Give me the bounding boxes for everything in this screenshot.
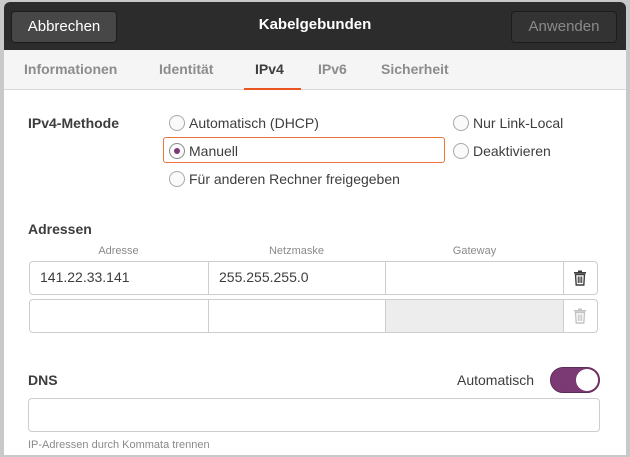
address-input[interactable]	[30, 300, 209, 332]
column-header-address: Adresse	[98, 245, 139, 257]
tab-informationen[interactable]: Informationen	[24, 61, 117, 77]
dns-hint: IP-Adressen durch Kommata trennen	[28, 439, 210, 451]
radio-shared-label: Für anderen Rechner freigegeben	[189, 171, 400, 187]
active-tab-indicator	[244, 88, 301, 90]
netmask-input[interactable]: 255.255.255.0	[209, 262, 386, 294]
dns-input[interactable]	[28, 398, 600, 432]
radio-link-local-indicator[interactable]	[453, 115, 469, 131]
tab-identitaet[interactable]: Identität	[159, 61, 213, 77]
radio-manual[interactable]: Manuell	[169, 140, 238, 162]
radio-shared-indicator[interactable]	[169, 171, 185, 187]
header-bar: Abbrechen Kabelgebunden Anwenden	[4, 2, 626, 50]
tab-ipv6[interactable]: IPv6	[318, 61, 347, 77]
delete-address-button	[562, 300, 597, 332]
radio-disabled-label: Deaktivieren	[473, 143, 551, 159]
radio-link-local-label: Nur Link-Local	[473, 115, 564, 131]
address-row: 141.22.33.141 255.255.255.0	[29, 261, 598, 295]
gateway-input[interactable]	[386, 262, 564, 294]
radio-disabled[interactable]: Deaktivieren	[453, 140, 551, 162]
trash-icon	[573, 270, 586, 286]
connection-settings-window: Abbrechen Kabelgebunden Anwenden Informa…	[4, 2, 626, 455]
tab-bar: Informationen Identität IPv4 IPv6 Sicher…	[4, 50, 626, 90]
netmask-input[interactable]	[209, 300, 386, 332]
dns-automatic-toggle[interactable]	[550, 367, 600, 393]
column-header-netmask: Netzmaske	[268, 245, 325, 257]
radio-dhcp[interactable]: Automatisch (DHCP)	[169, 112, 319, 134]
trash-icon	[573, 308, 586, 324]
delete-address-button[interactable]	[562, 262, 597, 294]
addresses-label: Adressen	[28, 221, 92, 237]
radio-manual-indicator[interactable]	[169, 143, 185, 159]
ipv4-method-label: IPv4-Methode	[28, 115, 120, 131]
address-input[interactable]: 141.22.33.141	[30, 262, 209, 294]
radio-shared[interactable]: Für anderen Rechner freigegeben	[169, 168, 400, 190]
apply-button[interactable]: Anwenden	[511, 11, 617, 43]
radio-dhcp-indicator[interactable]	[169, 115, 185, 131]
radio-manual-label: Manuell	[189, 143, 239, 159]
tab-sicherheit[interactable]: Sicherheit	[381, 61, 449, 77]
radio-dhcp-label: Automatisch (DHCP)	[189, 115, 319, 131]
radio-disabled-indicator[interactable]	[453, 143, 469, 159]
address-row	[29, 299, 598, 333]
tab-ipv4[interactable]: IPv4	[255, 61, 284, 77]
radio-link-local[interactable]: Nur Link-Local	[453, 112, 563, 134]
dns-label: DNS	[28, 372, 58, 388]
column-header-gateway: Gateway	[452, 245, 497, 257]
dns-automatic-label: Automatisch	[457, 372, 535, 388]
gateway-input	[386, 300, 564, 332]
toggle-knob	[576, 369, 598, 391]
